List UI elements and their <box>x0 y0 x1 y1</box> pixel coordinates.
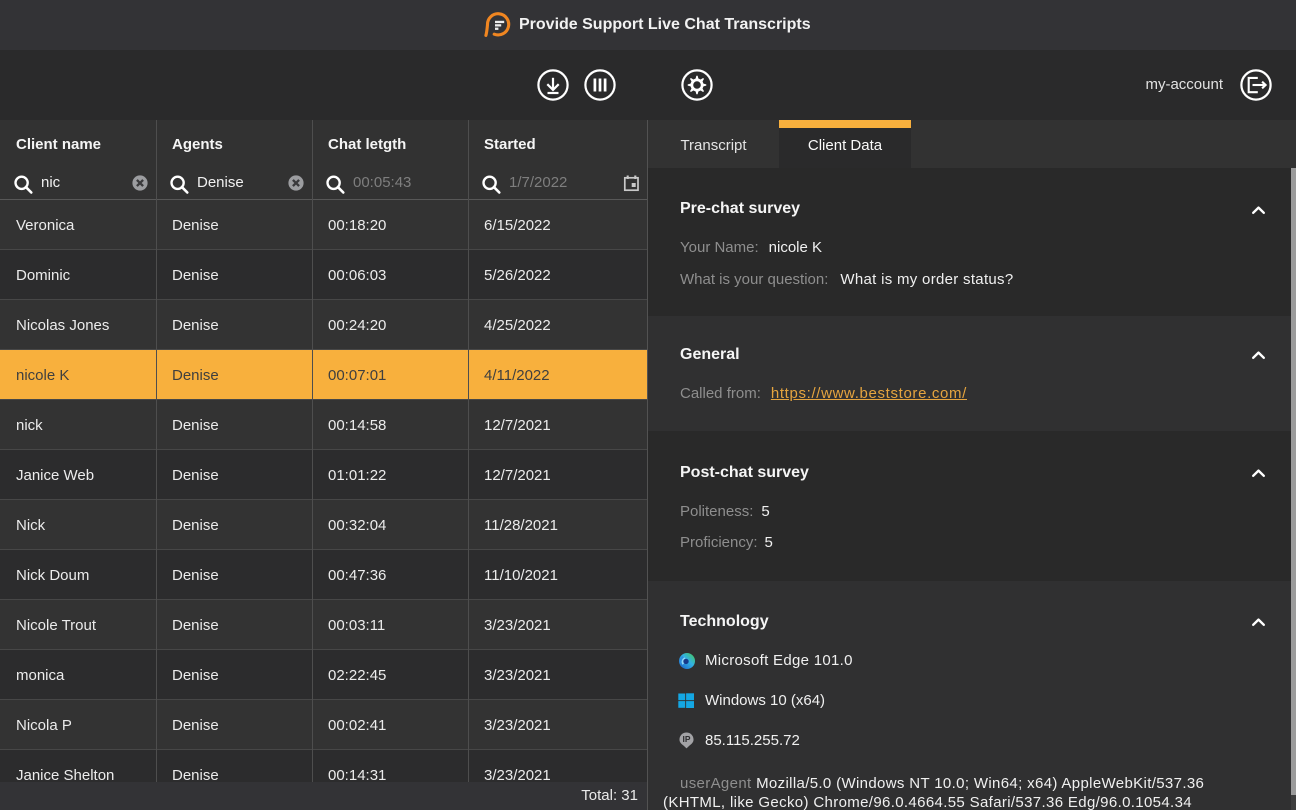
svg-text:IP: IP <box>683 734 691 744</box>
